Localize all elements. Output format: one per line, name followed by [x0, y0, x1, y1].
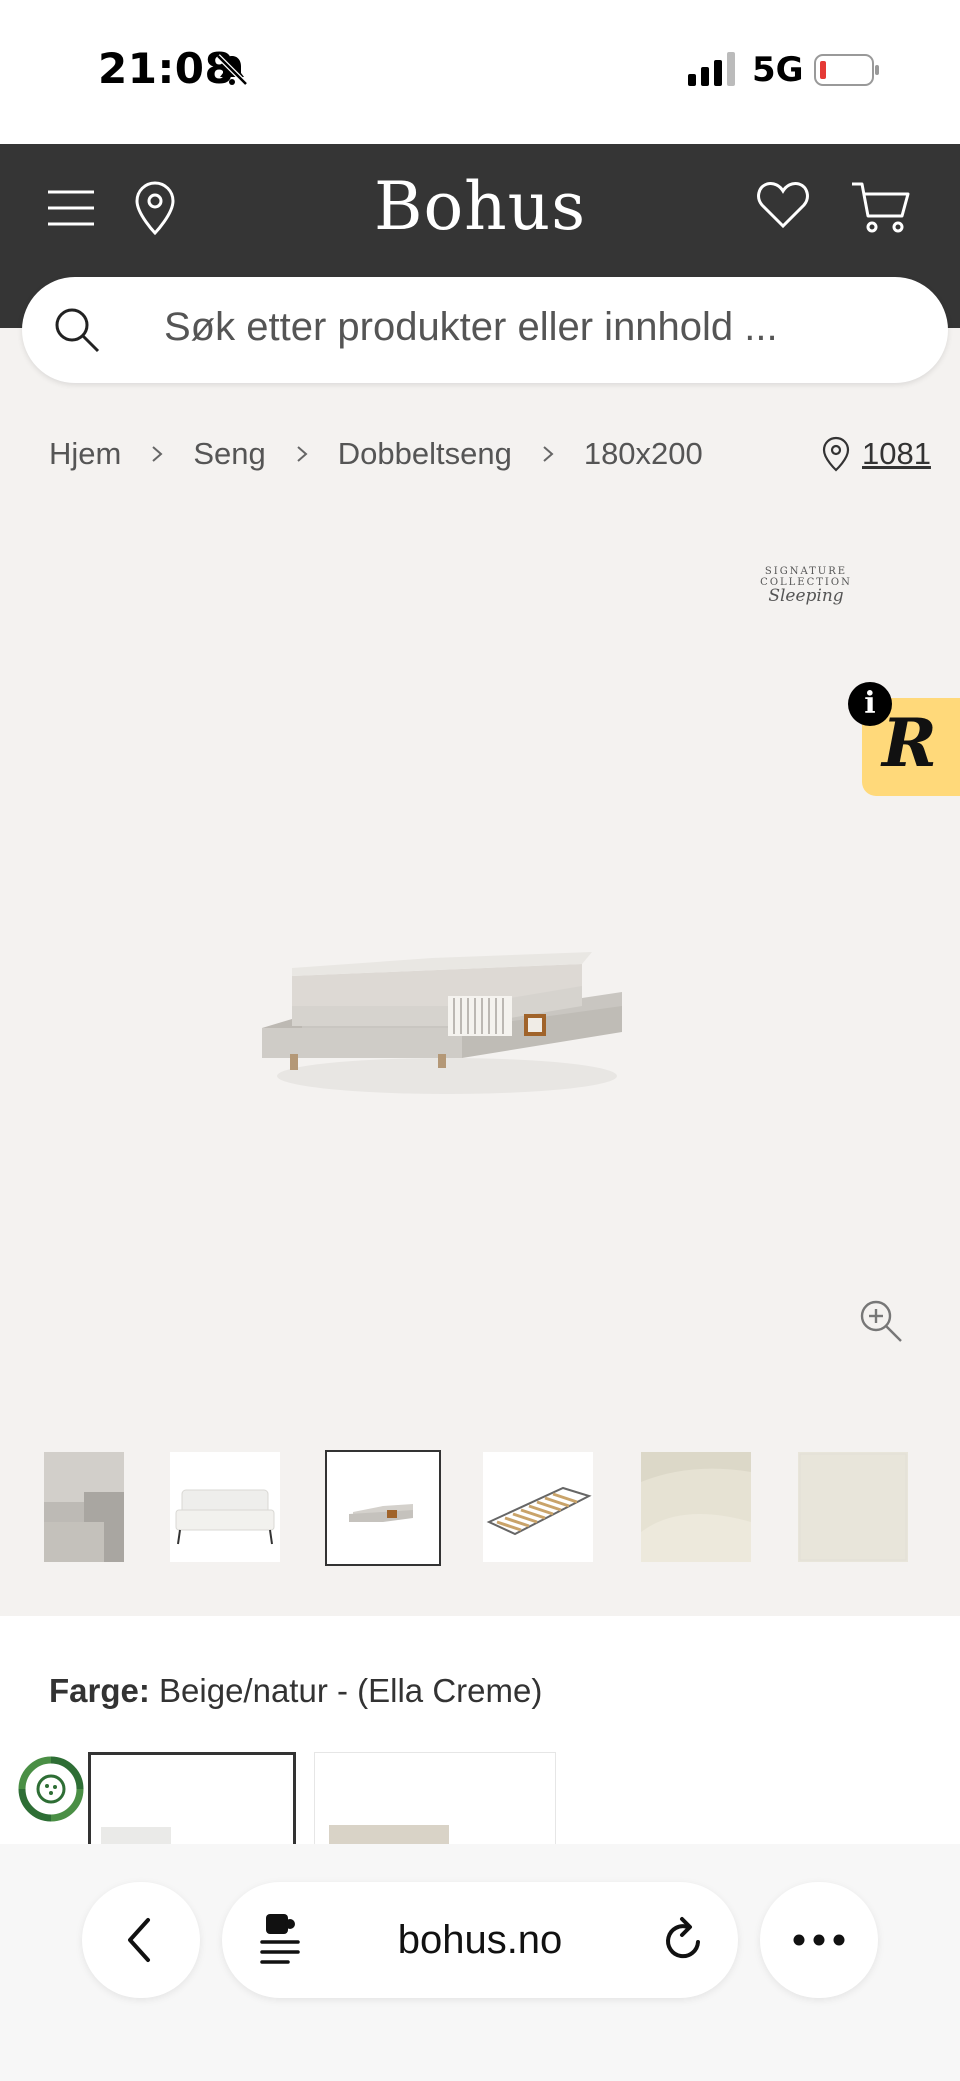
- battery-icon: [814, 54, 879, 86]
- thumbnail-fabric-swatch[interactable]: [641, 1452, 751, 1562]
- bell-muted-icon: [216, 54, 248, 86]
- thumbnail-white-bed[interactable]: [170, 1452, 280, 1562]
- heart-icon[interactable]: [756, 180, 810, 230]
- more-dots-icon: [793, 1934, 845, 1946]
- chevron-right-icon: [152, 446, 163, 462]
- search-placeholder: Søk etter produkter eller innhold ...: [164, 305, 778, 349]
- thumbnail-bed-cross-section[interactable]: [325, 1450, 441, 1566]
- badge-letter: R: [882, 704, 937, 782]
- thumbnail-fabric-swatch-plain[interactable]: [798, 1452, 908, 1562]
- more-options-button[interactable]: [760, 1882, 878, 1998]
- product-image[interactable]: [262, 946, 632, 1102]
- breadcrumb-home[interactable]: Hjem: [49, 436, 121, 472]
- thumbnail-slatted-frame[interactable]: [483, 1452, 593, 1562]
- brand-tag-script: Sleeping: [768, 586, 844, 606]
- zoom-in-icon[interactable]: [858, 1298, 904, 1344]
- signal-icon: [688, 52, 735, 86]
- status-bar: 21:08 5G: [0, 0, 960, 144]
- color-option[interactable]: [314, 1752, 556, 1853]
- signature-collection-logo: SIGNATURE COLLECTION Sleeping: [726, 566, 886, 606]
- url-domain: bohus.no: [397, 1918, 563, 1962]
- cart-icon[interactable]: [850, 180, 912, 234]
- search-input[interactable]: Søk etter produkter eller innhold ...: [22, 277, 948, 383]
- store-location-link[interactable]: 1081: [822, 436, 931, 472]
- search-icon: [55, 308, 100, 353]
- color-option-selected[interactable]: [88, 1752, 296, 1855]
- back-button[interactable]: [82, 1882, 200, 1998]
- chevron-right-icon: [543, 446, 554, 462]
- recycle-icon[interactable]: [16, 1754, 86, 1824]
- color-label: Farge:: [49, 1672, 150, 1709]
- color-selection-label: Farge: Beige/natur - (Ella Creme): [49, 1672, 542, 1710]
- address-bar[interactable]: bohus.no: [222, 1882, 738, 1998]
- color-value: Beige/natur - (Ella Creme): [159, 1672, 543, 1709]
- breadcrumb-size[interactable]: 180x200: [584, 436, 703, 472]
- reload-icon[interactable]: [662, 1914, 706, 1964]
- site-logo[interactable]: Bohus: [0, 168, 960, 245]
- thumbnail-strip: [0, 1448, 960, 1572]
- store-code: 1081: [862, 436, 931, 471]
- breadcrumb: Hjem Seng Dobbeltseng 180x200: [49, 436, 703, 472]
- chevron-left-icon: [128, 1918, 150, 1962]
- chevron-right-icon: [297, 446, 308, 462]
- thumbnail-fabric-closeup[interactable]: [44, 1452, 124, 1562]
- location-pin-icon: [822, 436, 850, 472]
- brand-tag-top: SIGNATURE COLLECTION: [760, 566, 852, 588]
- breadcrumb-seng[interactable]: Seng: [193, 436, 265, 472]
- network-type: 5G: [752, 50, 804, 90]
- info-icon[interactable]: i: [848, 682, 892, 726]
- breadcrumb-dobbeltseng[interactable]: Dobbeltseng: [338, 436, 512, 472]
